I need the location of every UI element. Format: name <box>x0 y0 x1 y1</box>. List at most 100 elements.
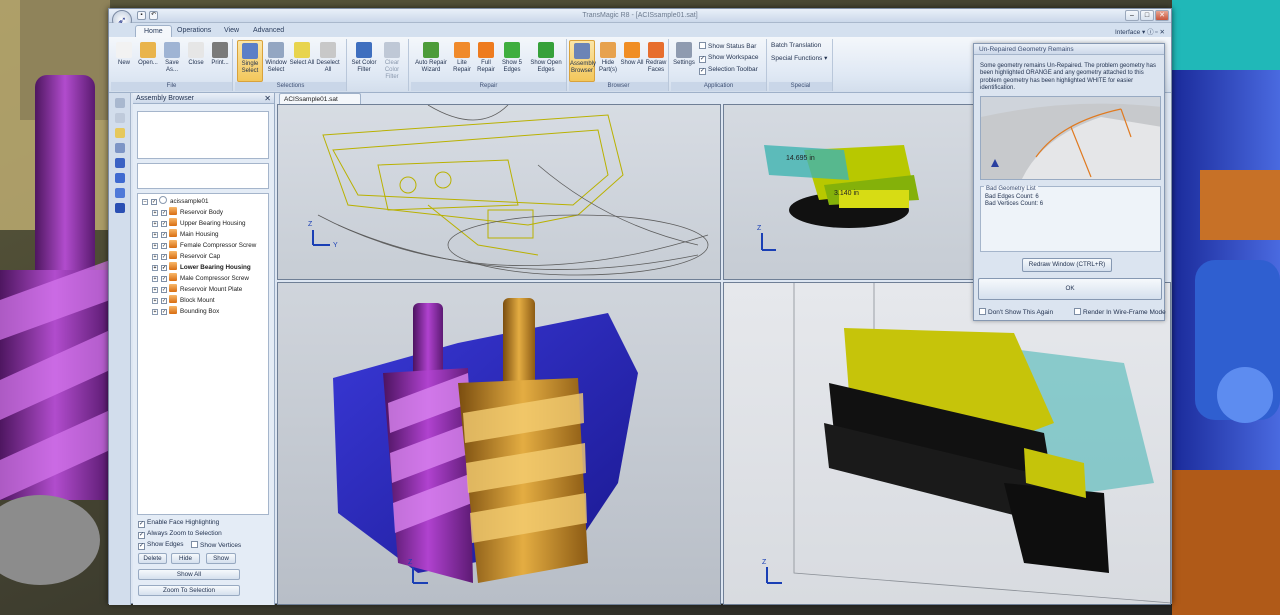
tab-home[interactable]: Home <box>135 25 172 37</box>
batch-translation-button[interactable]: Batch Translation <box>771 42 821 49</box>
move-tool-icon[interactable] <box>114 173 125 183</box>
delete-button[interactable]: Delete <box>138 553 167 564</box>
viewport-shaded[interactable]: Z <box>277 282 721 605</box>
problem-geometry-preview <box>980 96 1161 180</box>
enable-face-highlighting-checkbox[interactable]: ✓ Enable Face Highlighting <box>138 519 219 528</box>
hide-parts-icon <box>600 42 616 58</box>
group-label-selections: Selections <box>235 82 346 91</box>
print-button[interactable]: Print... <box>207 40 233 82</box>
axis-z-label: Z <box>757 225 762 232</box>
show-workspace-checkbox[interactable]: ✓ Show Workspace <box>699 54 758 63</box>
show-edges-button[interactable]: Show 5 Edges <box>499 40 525 82</box>
tab-operations[interactable]: Operations <box>169 25 219 37</box>
tree-item[interactable]: + ✓ Reservoir Cap <box>152 251 220 262</box>
tree-item[interactable]: + ✓ Bounding Box <box>152 306 219 317</box>
single-select-button[interactable]: Single Select <box>237 40 263 82</box>
deselect-all-button[interactable]: Deselect All <box>315 40 341 82</box>
show-vertices-checkbox[interactable]: Show Vertices <box>191 541 241 549</box>
fit-tool-icon[interactable] <box>114 188 125 198</box>
close-file-button[interactable]: Close <box>183 40 209 82</box>
rotate-tool-icon[interactable] <box>114 158 125 168</box>
group-repair: Auto Repair Wizard Lite Repair Full Repa… <box>411 39 567 91</box>
special-functions-menu[interactable]: Special Functions ▾ <box>771 54 827 62</box>
open-button[interactable]: Open... <box>135 40 161 82</box>
tree-item[interactable]: + ✓ Block Mount <box>152 295 215 306</box>
wireframe-mode-checkbox[interactable]: Render In Wire-Frame Mode <box>1074 308 1166 316</box>
pointer-tool-icon[interactable] <box>114 98 125 108</box>
show-open-edges-button[interactable]: Show Open Edges <box>527 40 565 82</box>
minimize-button[interactable]: – <box>1125 10 1139 21</box>
show-edges-checkbox[interactable]: ✓ Show Edges <box>138 541 184 550</box>
close-icon[interactable]: ✕ <box>264 93 271 104</box>
part-info-box <box>137 163 269 189</box>
assembly-browser-panel: Assembly Browser ✕ – ✓ acissample01 + ✓ Rese… <box>133 93 275 605</box>
save-as-button[interactable]: Save As... <box>159 40 185 82</box>
new-button[interactable]: New <box>111 40 137 82</box>
group-file: New Open... Save As... Close Print... Fi… <box>111 39 233 91</box>
always-zoom-checkbox[interactable]: ✓ Always Zoom to Selection <box>138 530 222 539</box>
dialog-title: Un-Repaired Geometry Remains <box>974 44 1164 55</box>
tab-advanced[interactable]: Advanced <box>245 25 292 37</box>
zoom-tool-icon[interactable] <box>114 113 125 123</box>
full-repair-button[interactable]: Full Repair <box>473 40 499 82</box>
maximize-button[interactable]: □ <box>1140 10 1154 21</box>
lite-repair-button[interactable]: Lite Repair <box>449 40 475 82</box>
group-browser: Assembly Browser Hide Part(s) Show All R… <box>569 39 669 91</box>
tree-item[interactable]: + ✓ Male Compressor Screw <box>152 273 249 284</box>
set-color-filter-button[interactable]: Set Color Filter <box>351 40 377 82</box>
group-label-browser: Browser <box>569 82 668 91</box>
redraw-window-button[interactable]: Redraw Window (CTRL+R) <box>1022 258 1112 272</box>
part-icon <box>169 218 177 226</box>
settings-button[interactable]: Settings <box>671 40 697 82</box>
tree-root[interactable]: – ✓ acissample01 <box>142 196 209 207</box>
left-toolbar <box>109 93 131 605</box>
tree-item[interactable]: + ✓ Main Housing <box>152 229 219 240</box>
tree-item-selected[interactable]: + ✓ Lower Bearing Housing <box>152 262 251 273</box>
tree-item[interactable]: + ✓ Reservoir Mount Plate <box>152 284 242 295</box>
assembly-browser-button[interactable]: Assembly Browser <box>569 40 596 82</box>
deselect-all-icon <box>320 42 336 58</box>
viewport-measure[interactable]: 14.695 in 3.140 in Z <box>723 104 1009 280</box>
color-filter-icon <box>356 42 372 58</box>
axis-y-label: Y <box>333 242 338 249</box>
tree-item[interactable]: + ✓ Upper Bearing Housing <box>152 218 245 229</box>
part-icon <box>169 295 177 303</box>
show-open-edges-icon <box>538 42 554 58</box>
show-status-bar-checkbox[interactable]: Show Status Bar <box>699 42 756 50</box>
redraw-faces-button[interactable]: Redraw Faces <box>643 40 669 82</box>
auto-repair-wizard-button[interactable]: Auto Repair Wizard <box>413 40 449 82</box>
show-all-panel-button[interactable]: Show All <box>138 569 240 580</box>
gear-icon <box>676 42 692 58</box>
print-icon <box>212 42 228 58</box>
group-label-file: File <box>111 82 232 91</box>
hide-parts-button[interactable]: Hide Part(s) <box>595 40 621 82</box>
open-folder-icon <box>140 42 156 58</box>
close-file-icon <box>188 42 204 58</box>
section-tool-icon[interactable] <box>114 203 125 213</box>
show-button[interactable]: Show <box>206 553 236 564</box>
clear-color-filter-button[interactable]: Clear Color Filter <box>379 40 405 82</box>
viewport-section[interactable]: Z <box>723 282 1171 605</box>
viewport-wireframe[interactable]: Z Y <box>277 104 721 280</box>
dont-show-again-checkbox[interactable]: Don't Show This Again <box>979 308 1053 316</box>
single-select-icon <box>242 43 258 59</box>
pan-tool-icon[interactable] <box>114 143 125 153</box>
hide-button[interactable]: Hide <box>171 553 200 564</box>
ok-button[interactable]: OK <box>978 278 1162 300</box>
interface-menu[interactable]: Interface ▾ ⓘ ▫ ✕ <box>1115 26 1165 36</box>
close-button[interactable]: ✕ <box>1155 10 1169 21</box>
tab-view[interactable]: View <box>216 25 247 37</box>
window-select-button[interactable]: Window Select <box>263 40 289 82</box>
tree-item[interactable]: + ✓ Reservoir Body <box>152 207 223 218</box>
zoom-to-selection-button[interactable]: Zoom To Selection <box>138 585 240 596</box>
highlight-tool-icon[interactable] <box>114 128 125 138</box>
title-bar: ▪ ↶ TransMagic R8 - [ACISsample01.sat] –… <box>109 9 1171 23</box>
tree-item[interactable]: + ✓ Female Compressor Screw <box>152 240 256 251</box>
select-all-button[interactable]: Select All <box>289 40 315 82</box>
show-all-button[interactable]: Show All <box>619 40 645 82</box>
ribbon-tabs: Home Operations View Advanced Interface … <box>109 23 1171 37</box>
lite-repair-icon <box>454 42 470 58</box>
part-icon <box>169 240 177 248</box>
unrepaired-geometry-dialog: Un-Repaired Geometry Remains Some geomet… <box>973 43 1166 321</box>
selection-toolbar-checkbox[interactable]: ✓ Selection Toolbar <box>699 66 758 75</box>
